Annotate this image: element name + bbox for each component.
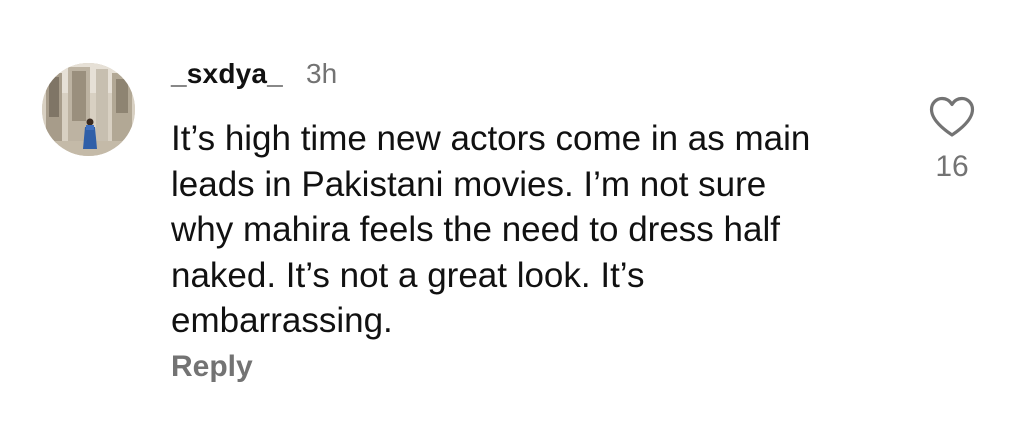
- comment-text-line: It’s high time new actors come in as mai…: [171, 119, 811, 158]
- avatar[interactable]: [42, 63, 135, 156]
- heart-outline-icon: [929, 96, 975, 137]
- avatar-image: [42, 63, 135, 156]
- comment-text-line: leads in Pakistani movies. I’m not sure: [171, 164, 767, 204]
- comment-text: It’s high time new actors come in as mai…: [171, 116, 871, 344]
- comment-text-line: embarrassing.: [171, 301, 393, 340]
- comment-text-line: naked. It’s not a great look. It’s: [171, 255, 645, 295]
- comment-text-line: why mahira feels the need to dress half: [171, 210, 780, 249]
- like-count: 16: [935, 150, 969, 183]
- timestamp: 3h: [306, 58, 338, 89]
- username[interactable]: _sxdya_: [171, 58, 283, 90]
- reply-button[interactable]: Reply: [171, 350, 253, 384]
- like-button[interactable]: [928, 95, 976, 139]
